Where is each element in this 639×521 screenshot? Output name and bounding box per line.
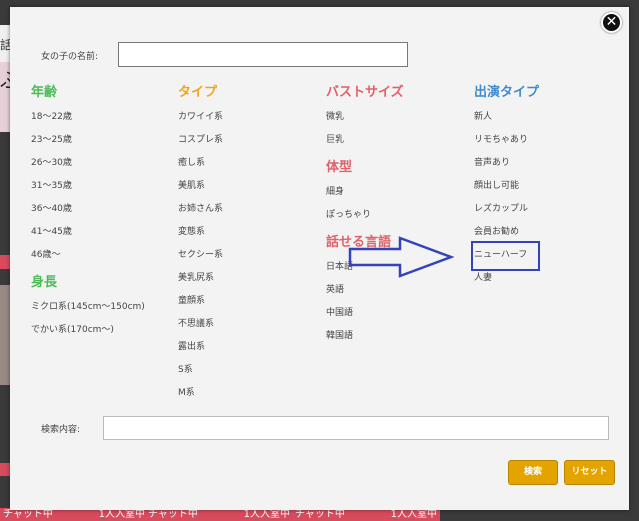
type-option[interactable]: カワイイ系 — [178, 106, 318, 129]
background-tag — [0, 255, 10, 269]
age-option[interactable]: 26〜30歳 — [31, 152, 171, 175]
performance-option[interactable]: 顔出し可能 — [474, 175, 614, 198]
performance-option[interactable]: レズカップル — [474, 198, 614, 221]
performance-option[interactable]: リモちゃあり — [474, 129, 614, 152]
language-option[interactable]: 中国語 — [326, 302, 466, 325]
bust-heading: バストサイズ — [326, 85, 404, 100]
age-option[interactable]: 18〜22歳 — [31, 106, 171, 129]
type-option[interactable]: 不思議系 — [178, 313, 318, 336]
body-option[interactable]: ぽっちゃり — [326, 204, 466, 227]
height-option[interactable]: ミクロ系(145cm〜150cm) — [31, 296, 171, 319]
background-tag — [0, 463, 10, 476]
performance-heading: 出演タイプ — [474, 85, 540, 100]
age-column: 年齢 18〜22歳 23〜25歳 26〜30歳 31〜35歳 36〜40歳 41… — [31, 83, 171, 342]
type-column: タイプ カワイイ系 コスプレ系 癒し系 美肌系 お姉さん系 変態系 セクシー系 … — [178, 83, 318, 405]
performance-option[interactable]: 新人 — [474, 106, 614, 129]
search-button[interactable]: 検索 — [508, 460, 558, 485]
type-option[interactable]: S系 — [178, 359, 318, 382]
type-option[interactable]: コスプレ系 — [178, 129, 318, 152]
bust-column: バストサイズ 微乳 巨乳 体型 細身 ぽっちゃり 話せる言語 日本語 英語 中国… — [326, 83, 466, 348]
age-option[interactable]: 41〜45歳 — [31, 221, 171, 244]
age-option[interactable]: 23〜25歳 — [31, 129, 171, 152]
language-option[interactable]: 韓国語 — [326, 325, 466, 348]
type-option[interactable]: M系 — [178, 382, 318, 405]
bust-option[interactable]: 微乳 — [326, 106, 466, 129]
type-option[interactable]: 露出系 — [178, 336, 318, 359]
bust-option[interactable]: 巨乳 — [326, 129, 466, 152]
language-option[interactable]: 英語 — [326, 279, 466, 302]
background-thumbnail — [0, 285, 10, 385]
body-option[interactable]: 細身 — [326, 181, 466, 204]
age-heading: 年齢 — [31, 85, 58, 100]
age-option[interactable]: 46歳〜 — [31, 244, 171, 267]
performance-option[interactable]: 音声あり — [474, 152, 614, 175]
girl-name-input[interactable] — [118, 42, 408, 67]
girl-name-label: 女の子の名前: — [41, 52, 99, 62]
search-modal: 女の子の名前: 年齢 18〜22歳 23〜25歳 26〜30歳 31〜35歳 3… — [10, 7, 629, 510]
type-option[interactable]: 変態系 — [178, 221, 318, 244]
type-option[interactable]: 美乳尻系 — [178, 267, 318, 290]
annotation-arrow-icon — [348, 236, 454, 278]
annotation-highlight-box — [471, 241, 540, 271]
reset-button[interactable]: リセット — [564, 460, 615, 485]
search-content-input[interactable] — [103, 416, 609, 440]
search-content-label: 検索内容: — [41, 425, 81, 435]
type-option[interactable]: 美肌系 — [178, 175, 318, 198]
type-option[interactable]: 童顔系 — [178, 290, 318, 313]
body-heading: 体型 — [326, 160, 353, 175]
height-option[interactable]: でかい系(170cm〜) — [31, 319, 171, 342]
age-option[interactable]: 31〜35歳 — [31, 175, 171, 198]
height-heading: 身長 — [31, 275, 58, 290]
close-icon[interactable]: ✕ — [601, 12, 622, 33]
type-option[interactable]: セクシー系 — [178, 244, 318, 267]
type-option[interactable]: お姉さん系 — [178, 198, 318, 221]
age-option[interactable]: 36〜40歳 — [31, 198, 171, 221]
type-heading: タイプ — [178, 85, 218, 100]
type-option[interactable]: 癒し系 — [178, 152, 318, 175]
